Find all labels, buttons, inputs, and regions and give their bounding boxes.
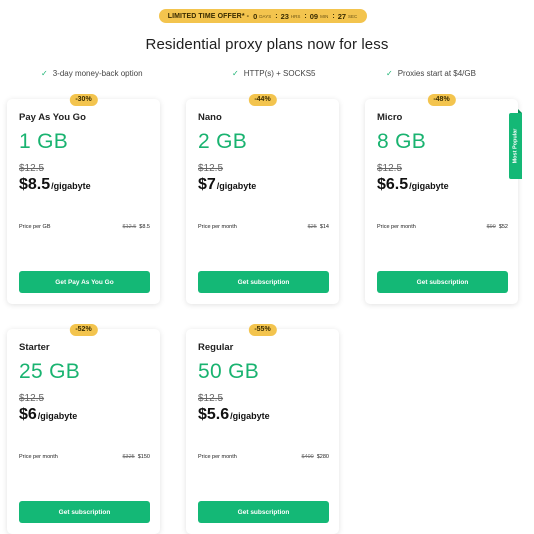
- price-row: Price per month $25 $14: [198, 224, 329, 230]
- get-subscription-button[interactable]: Get subscription: [19, 501, 150, 523]
- price-values: $12.5 $8.5: [123, 224, 150, 230]
- rate-unit: /gigabyte: [409, 181, 449, 191]
- offer-seconds-unit: SEC: [348, 13, 358, 19]
- old-rate: $12.5: [377, 163, 403, 174]
- plan-card-starter: -52% Starter 25 GB $12.5 $6 /gigabyte Pr…: [7, 324, 160, 534]
- plan-size: 2 GB: [198, 130, 248, 153]
- plan-name: Regular: [198, 342, 234, 353]
- discount-badge: -55%: [248, 324, 277, 336]
- feature-money-back: ✓ 3-day money-back option: [41, 69, 143, 78]
- plan-size: 1 GB: [19, 130, 69, 153]
- offer-separator: :: [304, 12, 307, 20]
- old-rate: $12.5: [198, 393, 224, 404]
- rate: $6 /gigabyte: [19, 406, 77, 424]
- offer-hours-unit: HRS: [290, 13, 301, 19]
- check-icon: ✓: [41, 69, 48, 78]
- price-values: $325 $150: [123, 454, 151, 460]
- rate-value: $5.6: [198, 406, 230, 423]
- discount-badge: -48%: [427, 94, 456, 106]
- old-rate: $12.5: [19, 393, 45, 404]
- old-rate: $12.5: [198, 163, 224, 174]
- rate-value: $8.5: [19, 176, 51, 193]
- get-pay-as-you-go-button[interactable]: Get Pay As You Go: [19, 271, 150, 293]
- plan-name: Pay As You Go: [19, 112, 86, 123]
- price-new: $14: [319, 224, 329, 230]
- discount-badge: -44%: [248, 94, 277, 106]
- price-label: Price per month: [198, 454, 237, 460]
- price-old: $25: [307, 224, 317, 230]
- rate-value: $6: [19, 406, 37, 423]
- plan-card-regular: -55% Regular 50 GB $12.5 $5.6 /gigabyte …: [186, 324, 339, 534]
- feature-label: Proxies start at $4/GB: [397, 69, 476, 78]
- rate-unit: /gigabyte: [216, 181, 257, 191]
- get-subscription-button[interactable]: Get subscription: [198, 501, 329, 523]
- get-subscription-button[interactable]: Get subscription: [377, 271, 508, 293]
- offer-days-unit: DAYS: [259, 13, 272, 19]
- rate-unit: /gigabyte: [37, 411, 78, 421]
- feature-protocols: ✓ HTTP(s) + SOCKS5: [232, 69, 316, 78]
- pricing-page: LIMITED TIME OFFER* - 0 DAYS : 23 HRS : …: [0, 0, 534, 534]
- price-row: Price per month $400 $280: [198, 454, 329, 460]
- plan-card-pay-as-you-go: -30% Pay As You Go 1 GB $12.5 $8.5 /giga…: [7, 94, 160, 304]
- offer-separator: :: [275, 12, 278, 20]
- rate-value: $6.5: [377, 176, 409, 193]
- offer-label: LIMITED TIME OFFER* -: [167, 12, 250, 20]
- price-label: Price per GB: [19, 224, 51, 230]
- price-row: Price per month $325 $150: [19, 454, 150, 460]
- plan-size: 25 GB: [19, 360, 81, 383]
- rate: $5.6 /gigabyte: [198, 406, 270, 424]
- page-title: Residential proxy plans now for less: [145, 36, 389, 53]
- offer-separator: :: [332, 12, 335, 20]
- check-icon: ✓: [386, 69, 393, 78]
- price-label: Price per month: [19, 454, 58, 460]
- price-label: Price per month: [377, 224, 416, 230]
- price-row: Price per GB $12.5 $8.5: [19, 224, 150, 230]
- plan-size: 8 GB: [377, 130, 427, 153]
- price-new: $52: [498, 224, 508, 230]
- rate-unit: /gigabyte: [51, 181, 91, 191]
- plan-name: Micro: [377, 112, 403, 123]
- price-new: $8.5: [139, 224, 150, 230]
- rate-unit: /gigabyte: [230, 411, 270, 421]
- price-values: $400 $280: [302, 454, 330, 460]
- feature-start-price: ✓ Proxies start at $4/GB: [386, 69, 476, 78]
- price-row: Price per month $99 $52: [377, 224, 508, 230]
- offer-minutes-unit: MIN: [320, 13, 329, 19]
- price-label: Price per month: [198, 224, 237, 230]
- price-new: $280: [316, 454, 329, 460]
- check-icon: ✓: [232, 69, 239, 78]
- discount-badge: -52%: [69, 324, 98, 336]
- limited-offer-banner: LIMITED TIME OFFER* - 0 DAYS : 23 HRS : …: [159, 9, 367, 23]
- offer-days: 0: [253, 11, 258, 21]
- feature-list: ✓ 3-day money-back option ✓ HTTP(s) + SO…: [0, 69, 534, 81]
- get-subscription-button[interactable]: Get subscription: [198, 271, 329, 293]
- price-old: $400: [301, 454, 314, 460]
- feature-label: 3-day money-back option: [52, 69, 143, 78]
- feature-label: HTTP(s) + SOCKS5: [243, 69, 316, 78]
- price-old: $99: [486, 224, 496, 230]
- plan-name: Starter: [19, 342, 50, 353]
- rate: $6.5 /gigabyte: [377, 176, 449, 194]
- price-old: $12.5: [122, 224, 137, 230]
- rate: $8.5 /gigabyte: [19, 176, 91, 194]
- price-values: $99 $52: [487, 224, 508, 230]
- rate: $7 /gigabyte: [198, 176, 256, 194]
- ribbon-label: Most Popular: [512, 128, 519, 164]
- offer-minutes: 09: [309, 11, 319, 21]
- offer-hours: 23: [280, 11, 289, 21]
- plan-card-micro: -48% Most Popular Micro 8 GB $12.5 $6.5 …: [365, 94, 522, 304]
- rate-value: $7: [198, 176, 216, 193]
- most-popular-ribbon: Most Popular: [509, 109, 522, 179]
- plan-card-nano: -44% Nano 2 GB $12.5 $7 /gigabyte Price …: [186, 94, 339, 304]
- plan-name: Nano: [198, 112, 222, 123]
- old-rate: $12.5: [19, 163, 45, 174]
- price-values: $25 $14: [308, 224, 329, 230]
- price-new: $150: [137, 454, 150, 460]
- discount-badge: -30%: [69, 94, 98, 106]
- plan-size: 50 GB: [198, 360, 260, 383]
- offer-seconds: 27: [337, 11, 347, 21]
- price-old: $325: [122, 454, 135, 460]
